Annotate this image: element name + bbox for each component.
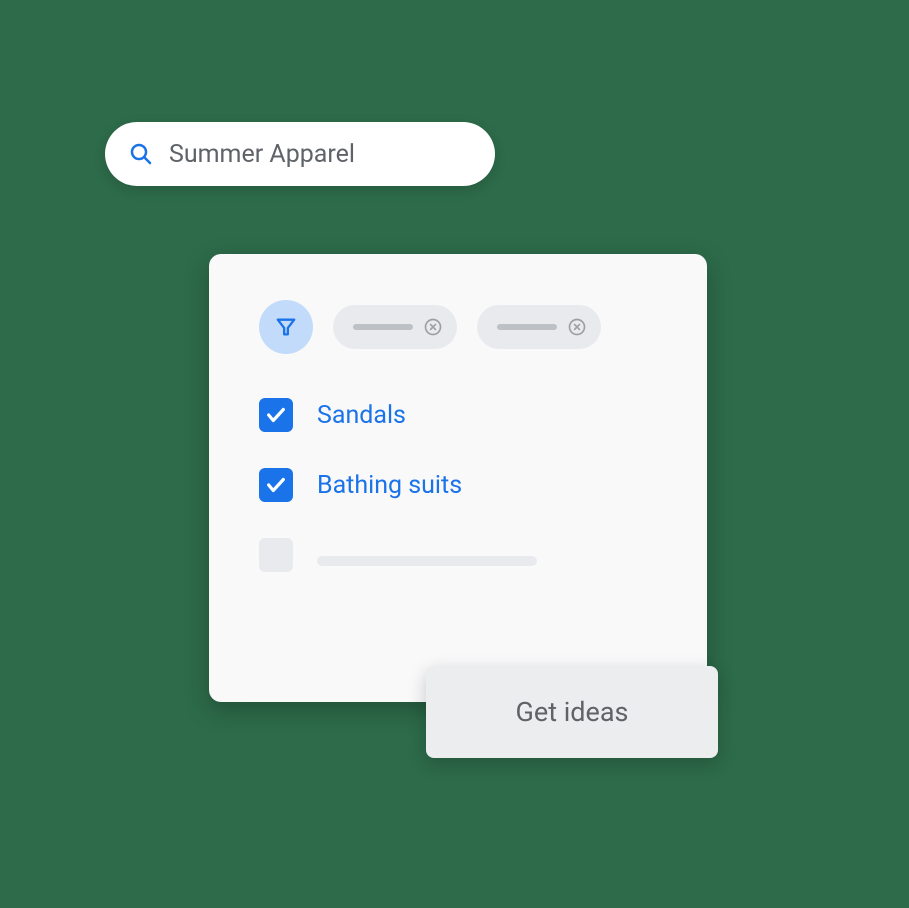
close-icon[interactable] [567,317,587,337]
option-label: Sandals [317,401,406,430]
checkbox[interactable] [259,398,293,432]
filter-icon [275,316,297,338]
close-icon[interactable] [423,317,443,337]
get-ideas-label: Get ideas [516,696,629,728]
option-label: Bathing suits [317,471,462,500]
chip-placeholder-line [353,324,413,330]
search-input-text: Summer Apparel [169,140,355,169]
checkbox-unchecked[interactable] [259,538,293,572]
filter-chip[interactable] [477,305,601,349]
filter-row [259,300,657,354]
keyword-panel: Sandals Bathing suits [209,254,707,702]
option-row-sandals[interactable]: Sandals [259,398,657,432]
get-ideas-button[interactable]: Get ideas [426,666,718,758]
search-icon [129,142,153,166]
filter-chip[interactable] [333,305,457,349]
option-row-bathing-suits[interactable]: Bathing suits [259,468,657,502]
check-icon [265,404,287,426]
check-icon [265,474,287,496]
checkbox[interactable] [259,468,293,502]
search-bar[interactable]: Summer Apparel [105,122,495,186]
chip-placeholder-line [497,324,557,330]
filter-button[interactable] [259,300,313,354]
option-row-placeholder [259,538,657,572]
placeholder-line [317,556,537,566]
